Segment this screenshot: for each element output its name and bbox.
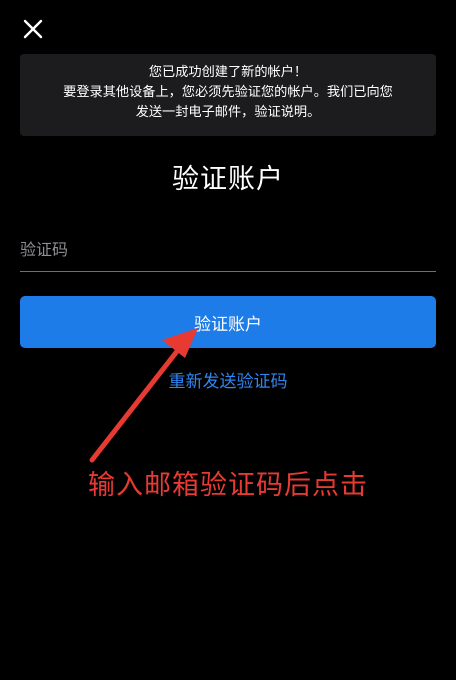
close-icon <box>23 19 43 39</box>
notice-line-1: 您已成功创建了新的帐户！ <box>148 65 308 80</box>
success-notice: 您已成功创建了新的帐户！ 要登录其他设备上，您必须先验证您的帐户。我们已向您 发… <box>20 54 436 136</box>
notice-line-2: 要登录其他设备上，您必须先验证您的帐户。我们已向您 <box>63 85 393 100</box>
verification-code-input[interactable] <box>20 232 436 272</box>
close-button[interactable] <box>18 14 48 44</box>
page-title: 验证账户 <box>172 164 284 195</box>
annotation-text: 输入邮箱验证码后点击 <box>88 470 368 501</box>
resend-code-link[interactable]: 重新发送验证码 <box>0 370 456 394</box>
notice-line-3: 发送一封电子邮件，验证说明。 <box>135 105 321 120</box>
verify-account-button[interactable]: 验证账户 <box>20 296 436 348</box>
